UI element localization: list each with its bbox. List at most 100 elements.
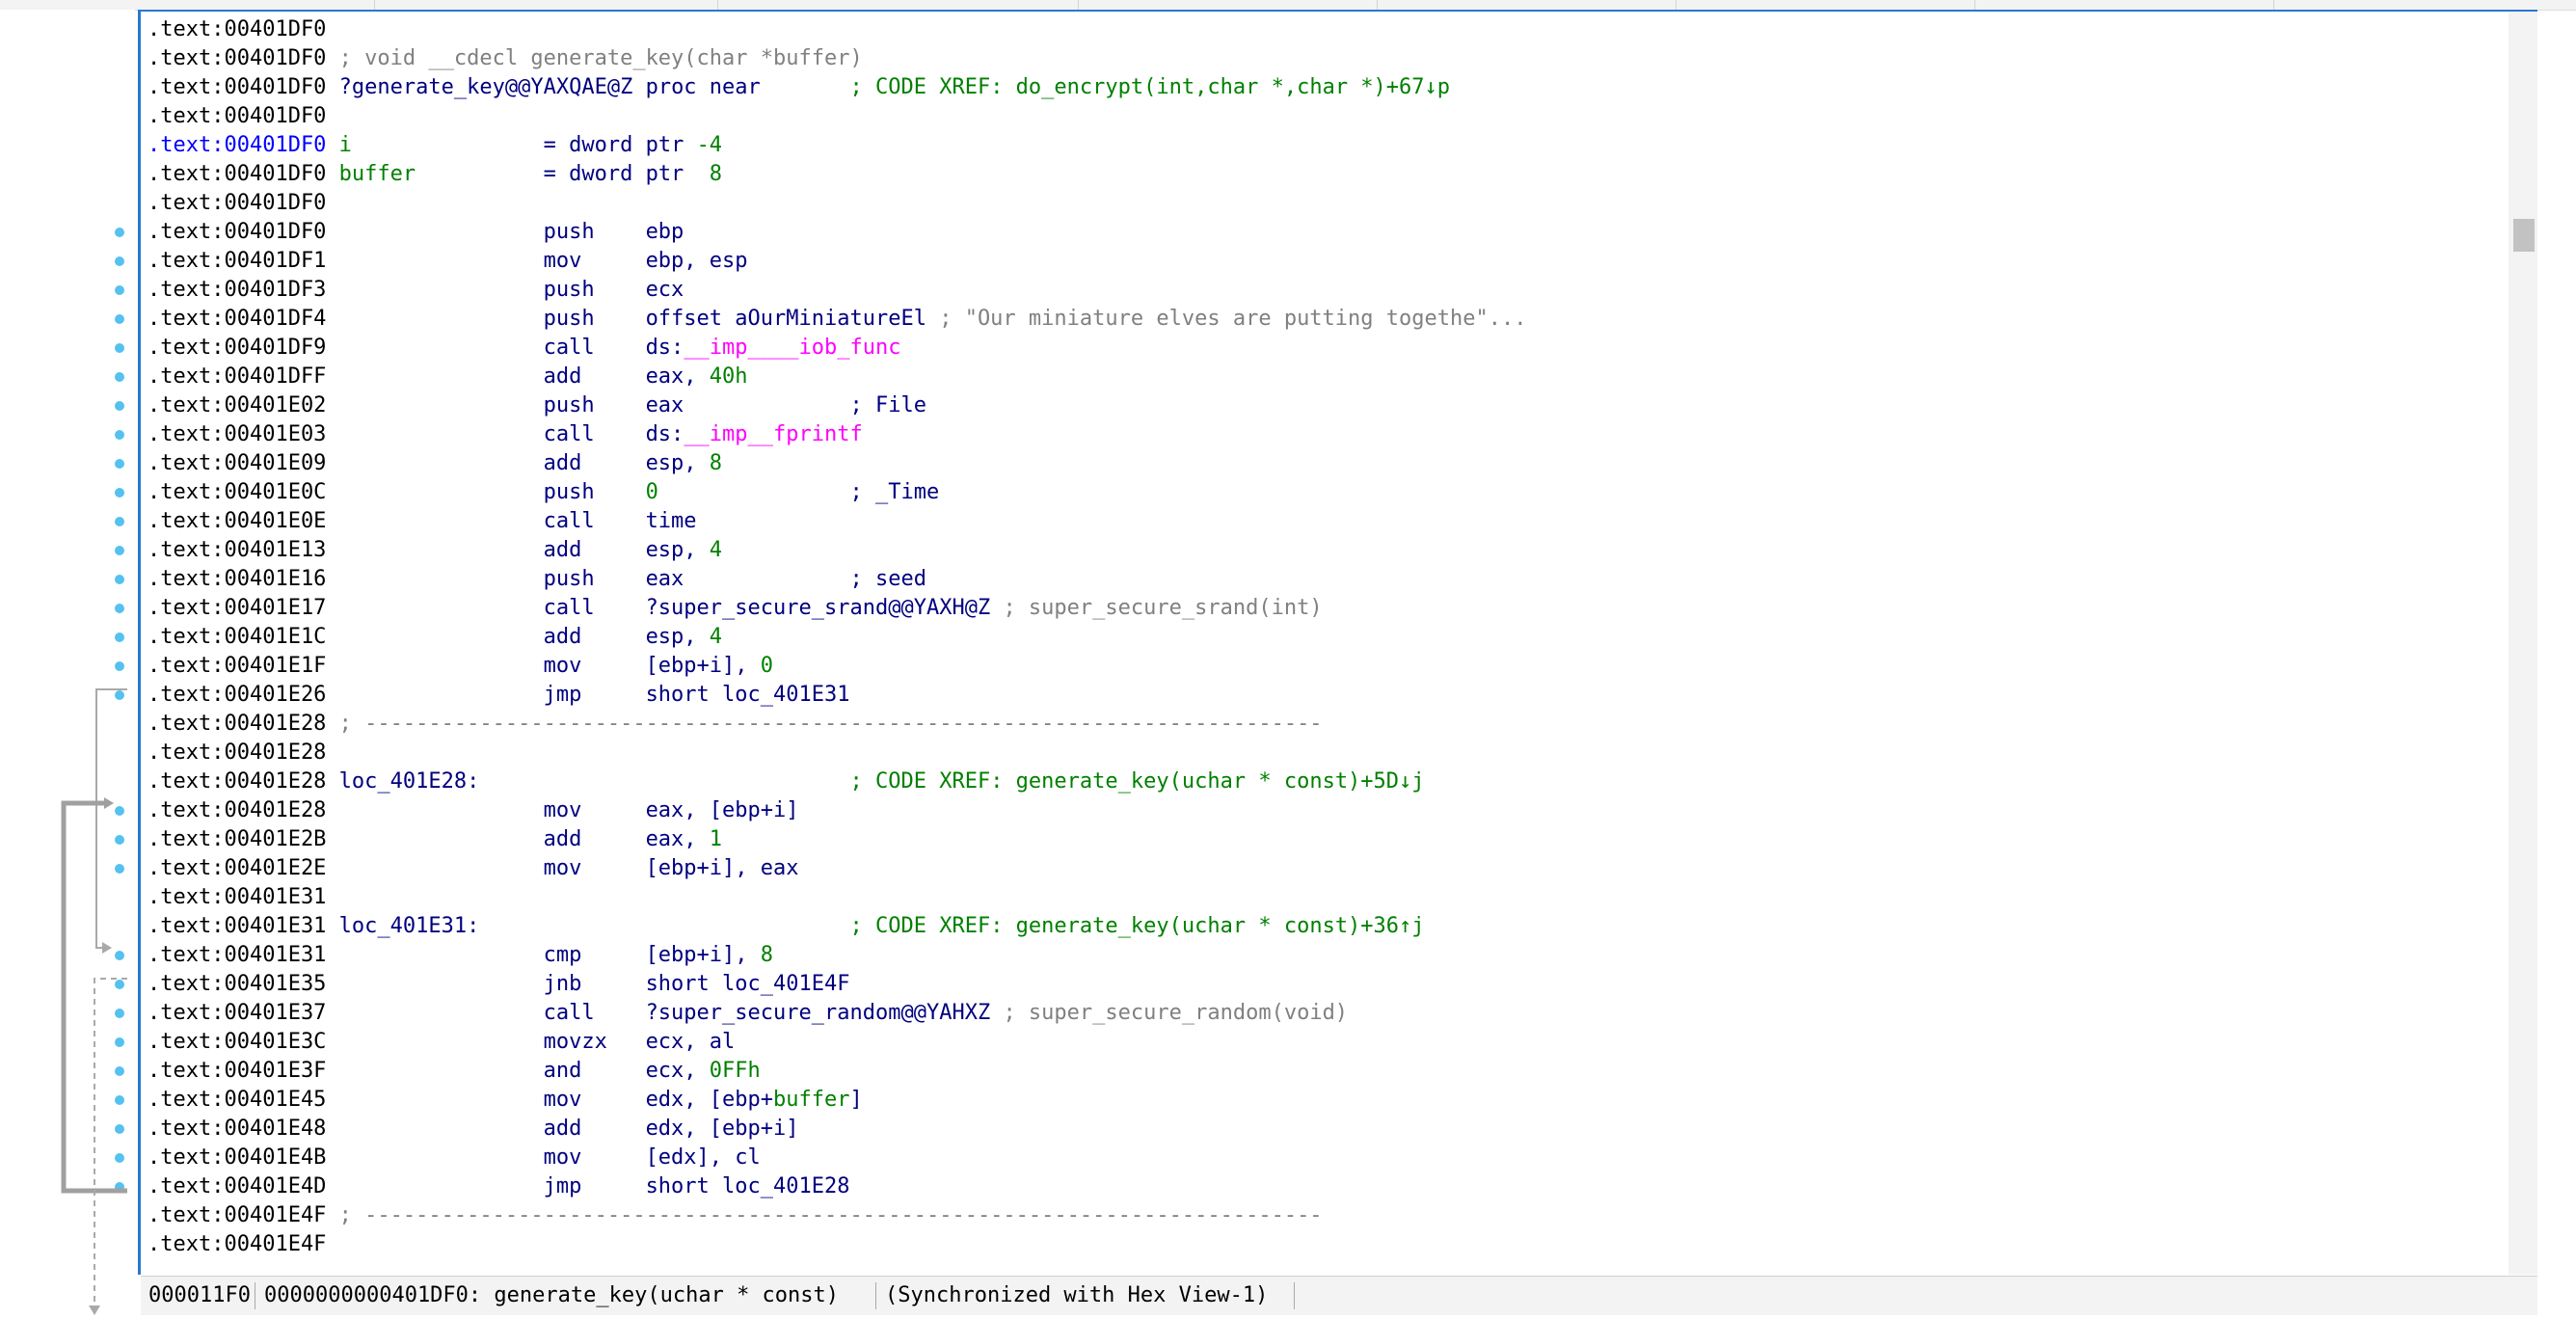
listing-line[interactable]: .text:00401DF3 push ecx — [148, 276, 1526, 305]
line-token[interactable]: __imp__fprintf — [684, 422, 862, 446]
listing-line[interactable]: .text:00401E26 jmp short loc_401E31 — [148, 681, 1526, 710]
listing-line[interactable]: .text:00401E37 call ?super_secure_random… — [148, 999, 1526, 1028]
listing-line[interactable]: .text:00401E03 call ds:__imp__fprintf — [148, 420, 1526, 449]
breakpoint-dot-icon[interactable] — [115, 459, 124, 469]
line-token[interactable]: loc_401E28: — [326, 769, 480, 794]
listing-line[interactable]: .text:00401E16 push eax ; seed — [148, 565, 1526, 594]
listing-line[interactable]: .text:00401E31 loc_401E31: ; CODE XREF: … — [148, 912, 1526, 941]
listing-line[interactable]: .text:00401E3F and ecx, 0FFh — [148, 1057, 1526, 1086]
breakpoint-dot-icon[interactable] — [115, 517, 124, 526]
breakpoint-dot-icon[interactable] — [115, 690, 124, 700]
line-token: push offset aOurMiniatureEl — [326, 307, 940, 331]
breakpoint-dot-icon[interactable] — [115, 633, 124, 642]
line-token: jmp short loc_401E31 — [326, 683, 850, 707]
line-token: ; File — [849, 393, 926, 417]
listing-line[interactable]: .text:00401E1F mov [ebp+i], 0 — [148, 652, 1526, 681]
listing-line[interactable]: .text:00401DF0 i = dword ptr -4 — [148, 131, 1526, 160]
line-token[interactable]: buffer — [326, 162, 416, 186]
breakpoint-dot-icon[interactable] — [115, 864, 124, 874]
listing-line[interactable]: .text:00401DF0 — [148, 189, 1526, 218]
breakpoint-dot-icon[interactable] — [115, 1124, 124, 1134]
listing-line[interactable]: .text:00401DF0 ?generate_key@@YAXQAE@Z p… — [148, 73, 1526, 102]
breakpoint-dot-icon[interactable] — [115, 228, 124, 237]
listing-line[interactable]: .text:00401DF1 mov ebp, esp — [148, 247, 1526, 276]
breakpoint-dot-icon[interactable] — [115, 835, 124, 845]
breakpoint-dot-icon[interactable] — [115, 806, 124, 816]
breakpoint-dot-icon[interactable] — [115, 1009, 124, 1018]
listing-line[interactable]: .text:00401E2B add eax, 1 — [148, 825, 1526, 854]
line-address: .text:00401E4D — [148, 1174, 327, 1198]
breakpoint-dot-icon[interactable] — [115, 1153, 124, 1163]
breakpoint-dot-icon[interactable] — [115, 951, 124, 960]
breakpoint-dot-icon[interactable] — [115, 604, 124, 613]
line-token[interactable]: buffer — [773, 1088, 849, 1112]
listing-line[interactable]: .text:00401DF0 — [148, 102, 1526, 131]
breakpoint-dot-icon[interactable] — [115, 1037, 124, 1047]
breakpoint-dot-icon[interactable] — [115, 314, 124, 324]
listing-line[interactable]: .text:00401E1C add esp, 4 — [148, 623, 1526, 652]
listing-line[interactable]: .text:00401E31 — [148, 883, 1526, 912]
listing-line[interactable]: .text:00401E31 cmp [ebp+i], 8 — [148, 941, 1526, 970]
listing-line[interactable]: .text:00401E09 add esp, 8 — [148, 449, 1526, 478]
top-divider — [1078, 0, 1079, 10]
listing-line[interactable]: .text:00401DF4 push offset aOurMiniature… — [148, 305, 1526, 334]
listing-line[interactable]: .text:00401DF9 call ds:__imp____iob_func — [148, 334, 1526, 363]
breakpoint-dot-icon[interactable] — [115, 372, 124, 382]
line-address: .text:00401DF1 — [148, 249, 327, 273]
listing-line[interactable]: .text:00401E2E mov [ebp+i], eax — [148, 854, 1526, 883]
listing-line[interactable]: .text:00401E28 — [148, 739, 1526, 767]
listing-line[interactable]: .text:00401E4B mov [edx], cl — [148, 1144, 1526, 1172]
line-address: .text:00401E35 — [148, 972, 327, 996]
listing-line[interactable]: .text:00401E17 call ?super_secure_srand@… — [148, 594, 1526, 623]
breakpoint-dot-icon[interactable] — [115, 488, 124, 498]
listing-line[interactable]: .text:00401E13 add esp, 4 — [148, 536, 1526, 565]
listing-line[interactable]: .text:00401DF0 buffer = dword ptr 8 — [148, 160, 1526, 189]
listing-line[interactable]: .text:00401E0C push 0 ; _Time — [148, 478, 1526, 507]
line-token[interactable]: loc_401E31: — [326, 914, 480, 938]
status-divider — [875, 1282, 876, 1309]
breakpoint-dot-icon[interactable] — [115, 401, 124, 411]
line-token[interactable]: __imp____iob_func — [684, 336, 900, 360]
breakpoint-dot-icon[interactable] — [115, 575, 124, 584]
breakpoint-dot-icon[interactable] — [115, 256, 124, 266]
listing-line[interactable]: .text:00401E3C movzx ecx, al — [148, 1028, 1526, 1057]
line-address: .text:00401E03 — [148, 422, 327, 446]
scrollbar-thumb[interactable] — [2513, 219, 2535, 252]
listing-line[interactable]: .text:00401DF0 push ebp — [148, 218, 1526, 247]
breakpoint-dot-icon[interactable] — [115, 1095, 124, 1105]
line-address: .text:00401DF0 — [148, 104, 327, 128]
listing-line[interactable]: .text:00401E0E call time — [148, 507, 1526, 536]
line-token: mov [edx], cl — [326, 1145, 761, 1170]
line-token: mov edx, [ebp+ — [326, 1088, 774, 1112]
listing-line[interactable]: .text:00401E28 loc_401E28: ; CODE XREF: … — [148, 767, 1526, 796]
flow-arrows-gutter[interactable] — [0, 10, 135, 1319]
listing-line[interactable]: .text:00401E4F ; -----------------------… — [148, 1201, 1526, 1230]
line-token: = dword ptr — [416, 162, 710, 186]
line-token: call ds: — [326, 336, 684, 360]
line-token[interactable]: ?generate_key@@YAXQAE@Z — [326, 75, 633, 99]
line-token: 8 — [709, 162, 723, 186]
listing-line[interactable]: .text:00401E45 mov edx, [ebp+buffer] — [148, 1086, 1526, 1115]
line-address: .text:00401DF0 — [148, 17, 327, 41]
listing-line[interactable]: .text:00401E02 push eax ; File — [148, 391, 1526, 420]
breakpoint-dot-icon[interactable] — [115, 430, 124, 440]
disassembly-listing[interactable]: .text:00401DF0 .text:00401DF0 ; void __cd… — [138, 10, 2537, 1275]
listing-line[interactable]: .text:00401E35 jnb short loc_401E4F — [148, 970, 1526, 999]
breakpoint-dot-icon[interactable] — [115, 343, 124, 353]
listing-line[interactable]: .text:00401DF0 — [148, 15, 1526, 44]
listing-line[interactable]: .text:00401E28 mov eax, [ebp+i] — [148, 796, 1526, 825]
listing-line[interactable]: .text:00401E4F — [148, 1230, 1526, 1259]
breakpoint-dot-icon[interactable] — [115, 285, 124, 295]
line-address: .text:00401E1F — [148, 654, 327, 678]
line-token[interactable]: i — [326, 133, 352, 157]
breakpoint-dot-icon[interactable] — [115, 546, 124, 555]
breakpoint-dot-icon[interactable] — [115, 661, 124, 671]
breakpoint-dot-icon[interactable] — [115, 1066, 124, 1076]
listing-line[interactable]: .text:00401E28 ; -----------------------… — [148, 710, 1526, 739]
listing-line[interactable]: .text:00401E4D jmp short loc_401E28 — [148, 1172, 1526, 1201]
breakpoint-dot-icon[interactable] — [115, 980, 124, 989]
vertical-scrollbar[interactable] — [2509, 12, 2537, 1275]
listing-line[interactable]: .text:00401E48 add edx, [ebp+i] — [148, 1115, 1526, 1144]
listing-line[interactable]: .text:00401DF0 ; void __cdecl generate_k… — [148, 44, 1526, 73]
listing-line[interactable]: .text:00401DFF add eax, 40h — [148, 363, 1526, 391]
